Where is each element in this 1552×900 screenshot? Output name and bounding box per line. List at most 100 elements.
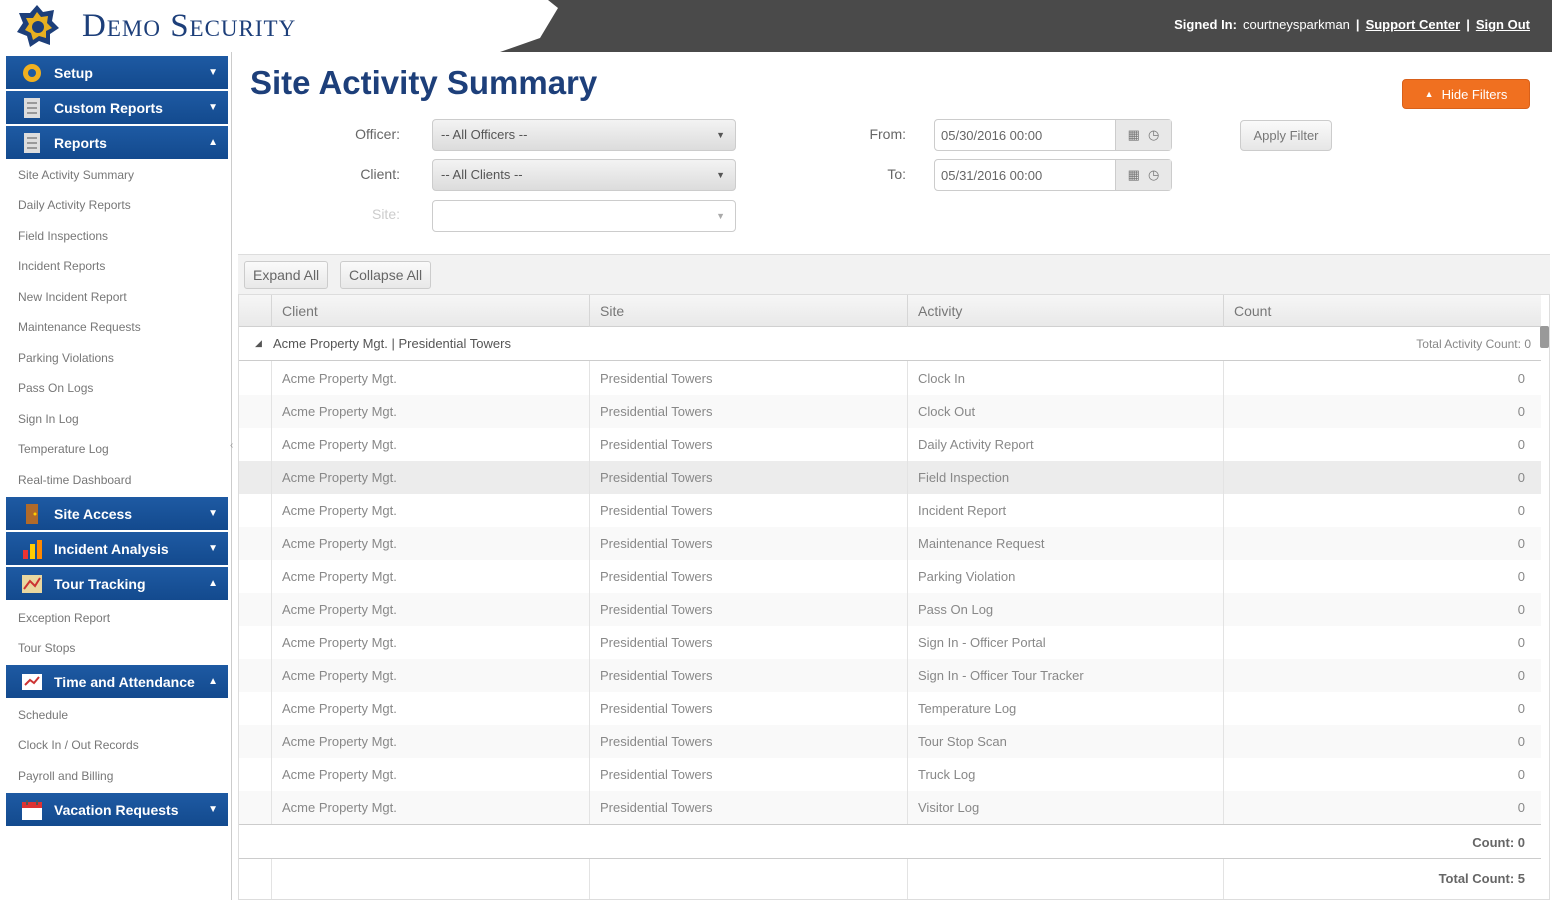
cell-client: Acme Property Mgt. [271, 626, 589, 659]
sidebar-item-pass-on-logs[interactable]: Pass On Logs [18, 381, 93, 395]
grid-toolbar: Expand All Collapse All [238, 254, 1550, 294]
from-datetime-field[interactable]: 05/30/2016 00:00 ▦ ◷ [934, 119, 1172, 151]
sidebar-item-clock-records[interactable]: Clock In / Out Records [18, 738, 139, 752]
table-row[interactable]: Acme Property Mgt. Presidential Towers Tem… [239, 692, 1541, 725]
cell-count: 0 [1517, 569, 1525, 584]
table-row[interactable]: Acme Property Mgt. Presidential Towers Tru… [239, 758, 1541, 791]
table-row[interactable]: Acme Property Mgt. Presidential Towers Sig… [239, 626, 1541, 659]
clock-icon[interactable]: ◷ [1148, 167, 1159, 183]
grid-header: Client Site Activity Count [239, 295, 1541, 327]
client-select[interactable]: -- All Clients -- ▼ [432, 159, 736, 191]
hide-filters-label: Hide Filters [1441, 86, 1508, 102]
client-label: Client: [360, 166, 400, 182]
brand-name[interactable]: Demo Security [82, 8, 296, 45]
clock-icon[interactable]: ◷ [1148, 127, 1159, 143]
chevron-down-icon: ▼ [716, 130, 725, 140]
sidebar-section-incident-analysis[interactable]: Incident Analysis ▼ [6, 532, 228, 565]
table-row[interactable]: Acme Property Mgt. Presidential Towers Dai… [239, 428, 1541, 461]
chevron-down-icon: ▼ [208, 508, 218, 519]
cell-activity: Tour Stop Scan [907, 725, 1225, 758]
table-row[interactable]: Acme Property Mgt. Presidential Towers Fie… [239, 461, 1541, 494]
sidebar-item-schedule[interactable]: Schedule [18, 708, 68, 722]
column-header-count[interactable]: Count [1223, 295, 1541, 327]
sidebar-item-exception-report[interactable]: Exception Report [18, 611, 110, 625]
expand-all-button[interactable]: Expand All [244, 261, 329, 289]
cell-count: 0 [1517, 734, 1525, 749]
sidebar-section-vacation-requests[interactable]: Vacation Requests ▼ [6, 793, 228, 826]
group-row[interactable]: ◢ Acme Property Mgt. | Presidential Towe… [239, 327, 1541, 361]
hide-filters-button[interactable]: ▲ Hide Filters [1402, 79, 1530, 109]
collapse-all-button[interactable]: Collapse All [340, 261, 432, 289]
table-row[interactable]: Acme Property Mgt. Presidential Towers Inc… [239, 494, 1541, 527]
cell-activity: Daily Activity Report [907, 428, 1225, 461]
calendar-icon[interactable]: ▦ [1128, 127, 1140, 143]
shield-badge-icon [17, 5, 59, 47]
sidebar-section-site-access[interactable]: Site Access ▼ [6, 497, 228, 530]
sidebar-section-time-attendance[interactable]: Time and Attendance ▲ [6, 665, 228, 698]
table-row[interactable]: Acme Property Mgt. Presidential Towers Clo… [239, 362, 1541, 395]
site-select[interactable]: ▼ [432, 200, 736, 232]
officer-select-value: -- All Officers -- [441, 127, 528, 142]
sidebar-item-site-activity-summary[interactable]: Site Activity Summary [18, 168, 134, 182]
grid-divider [907, 859, 908, 899]
separator: | [1355, 17, 1360, 32]
sidebar-item-maintenance-requests[interactable]: Maintenance Requests [18, 320, 141, 334]
column-header-client[interactable]: Client [271, 295, 591, 327]
activity-grid: Client Site Activity Count ◢ Acme Proper… [238, 294, 1550, 900]
cell-count: 0 [1517, 536, 1525, 551]
grid-divider [589, 361, 590, 899]
cell-site: Presidential Towers [589, 791, 907, 824]
sign-out-link[interactable]: Sign Out [1476, 17, 1530, 32]
sidebar-section-tour-tracking[interactable]: Tour Tracking ▲ [6, 567, 228, 600]
to-datetime-field[interactable]: 05/31/2016 00:00 ▦ ◷ [934, 159, 1172, 191]
sidebar-item-sign-in-log[interactable]: Sign In Log [18, 412, 79, 426]
table-row[interactable]: Acme Property Mgt. Presidential Towers Vis… [239, 791, 1541, 824]
sidebar-section-reports[interactable]: Reports ▲ [6, 126, 228, 159]
sidebar-item-daily-activity-reports[interactable]: Daily Activity Reports [18, 198, 131, 212]
table-row[interactable]: Acme Property Mgt. Presidential Towers Tou… [239, 725, 1541, 758]
sidebar-item-tour-stops[interactable]: Tour Stops [18, 641, 75, 655]
sidebar-item-incident-reports[interactable]: Incident Reports [18, 259, 105, 273]
sidebar-item-temperature-log[interactable]: Temperature Log [18, 442, 109, 456]
group-footer-row: Count: 0 [239, 824, 1541, 858]
sidebar-collapse-handle[interactable]: ‹ [230, 440, 234, 480]
sidebar-section-setup[interactable]: Setup ▼ [6, 56, 228, 89]
table-row[interactable]: Acme Property Mgt. Presidential Towers Pas… [239, 593, 1541, 626]
collapse-triangle-icon[interactable]: ◢ [255, 338, 262, 349]
group-title: Acme Property Mgt. | Presidential Towers [273, 336, 511, 351]
chevron-up-icon: ▲ [208, 137, 218, 148]
sidebar-section-label: Tour Tracking [54, 575, 146, 592]
cell-activity: Sign In - Officer Portal [907, 626, 1225, 659]
sidebar-item-field-inspections[interactable]: Field Inspections [18, 229, 108, 243]
sidebar-item-realtime-dashboard[interactable]: Real-time Dashboard [18, 473, 131, 487]
sidebar-section-custom-reports[interactable]: Custom Reports ▼ [6, 91, 228, 124]
apply-filter-button[interactable]: Apply Filter [1240, 120, 1332, 151]
signed-in-label: Signed In: [1174, 17, 1237, 32]
officer-label: Officer: [355, 126, 400, 142]
table-row[interactable]: Acme Property Mgt. Presidential Towers Sig… [239, 659, 1541, 692]
sidebar-section-label: Time and Attendance [54, 673, 195, 690]
cell-site: Presidential Towers [589, 692, 907, 725]
cell-count: 0 [1517, 800, 1525, 815]
officer-select[interactable]: -- All Officers -- ▼ [432, 119, 736, 151]
table-row[interactable]: Acme Property Mgt. Presidential Towers Mai… [239, 527, 1541, 560]
cell-activity: Sign In - Officer Tour Tracker [907, 659, 1225, 692]
grid-divider [1223, 361, 1224, 899]
cell-client: Acme Property Mgt. [271, 593, 589, 626]
support-center-link[interactable]: Support Center [1366, 17, 1461, 32]
grid-divider [271, 859, 272, 899]
grid-scrollbar-thumb[interactable] [1540, 326, 1549, 348]
column-header-activity[interactable]: Activity [907, 295, 1225, 327]
cell-client: Acme Property Mgt. [271, 395, 589, 428]
sidebar-item-payroll-billing[interactable]: Payroll and Billing [18, 769, 113, 783]
table-row[interactable]: Acme Property Mgt. Presidential Towers Clo… [239, 395, 1541, 428]
from-picker-buttons: ▦ ◷ [1115, 120, 1171, 150]
total-footer-row: Total Count: 5 [239, 858, 1541, 899]
table-row[interactable]: Acme Property Mgt. Presidential Towers Par… [239, 560, 1541, 593]
column-header-site[interactable]: Site [589, 295, 907, 327]
sidebar-item-new-incident-report[interactable]: New Incident Report [18, 290, 127, 304]
cell-site: Presidential Towers [589, 362, 907, 395]
calendar-icon[interactable]: ▦ [1128, 167, 1140, 183]
from-datetime-value: 05/30/2016 00:00 [941, 128, 1043, 143]
sidebar-item-parking-violations[interactable]: Parking Violations [18, 351, 114, 365]
